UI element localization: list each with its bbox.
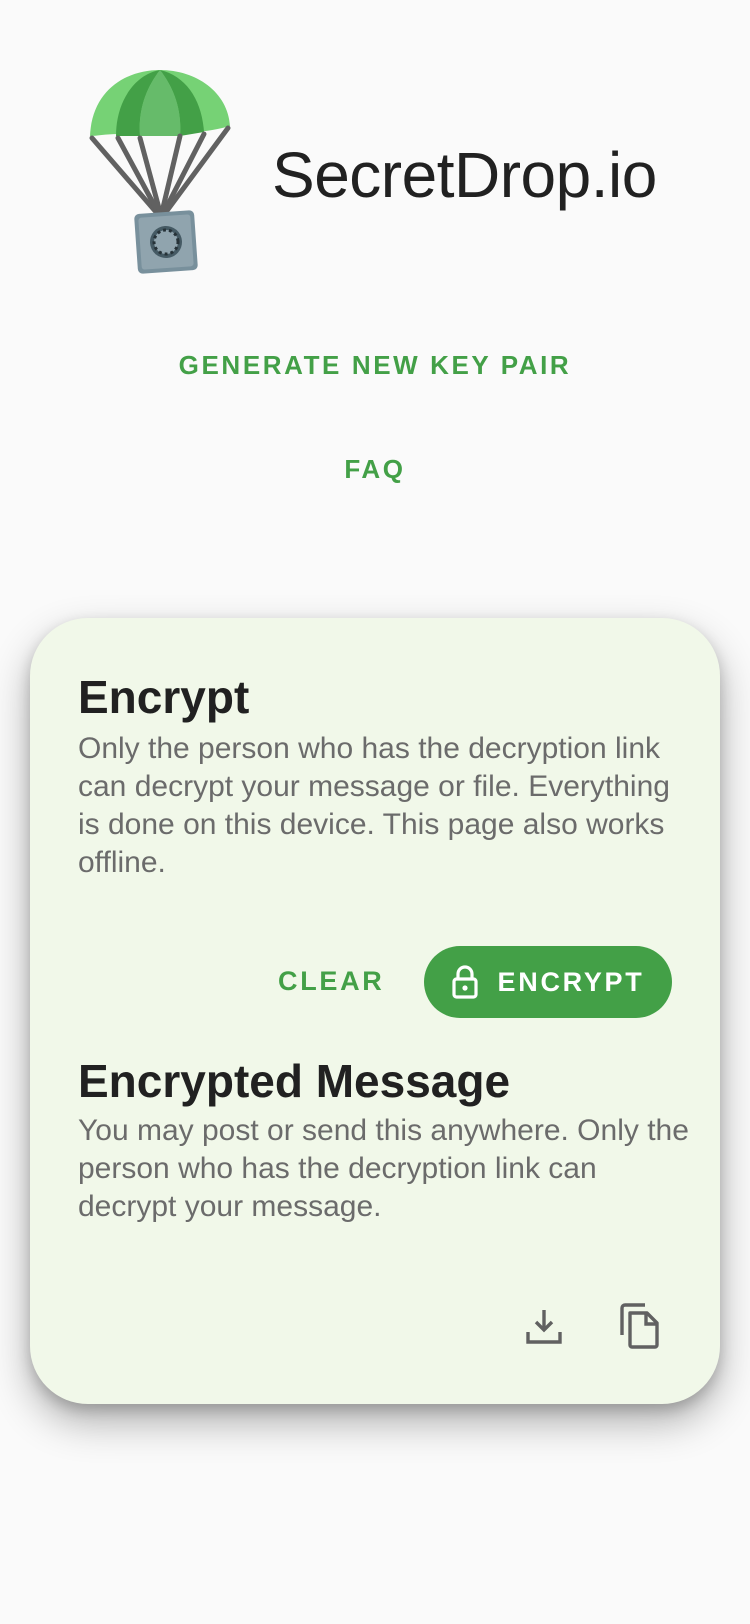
copy-icon bbox=[620, 1303, 659, 1349]
download-icon bbox=[526, 1310, 562, 1344]
encrypted-message-description: You may post or send this anywhere. Only… bbox=[78, 1114, 689, 1223]
faq-button[interactable]: FAQ bbox=[0, 454, 750, 485]
app-header: SecretDrop.io bbox=[0, 0, 750, 300]
encrypted-message-title: Encrypted Message bbox=[78, 1055, 511, 1107]
copy-button[interactable] bbox=[612, 1298, 668, 1354]
download-button[interactable] bbox=[516, 1298, 572, 1354]
encrypt-button-label: ENCRYPT bbox=[497, 966, 645, 997]
generate-key-pair-button[interactable]: GENERATE NEW KEY PAIR bbox=[0, 350, 750, 381]
encrypt-title: Encrypt bbox=[78, 671, 250, 723]
encrypt-description: Only the person who has the decryption l… bbox=[78, 732, 670, 879]
encrypt-button[interactable]: ENCRYPT bbox=[424, 946, 672, 1018]
parachute-safe-logo bbox=[89, 70, 231, 274]
lock-icon bbox=[451, 965, 478, 999]
clear-button[interactable]: CLEAR bbox=[278, 966, 385, 997]
encrypt-card: Encrypt Only the person who has the decr… bbox=[30, 618, 720, 1404]
app-title: SecretDrop.io bbox=[272, 139, 657, 211]
